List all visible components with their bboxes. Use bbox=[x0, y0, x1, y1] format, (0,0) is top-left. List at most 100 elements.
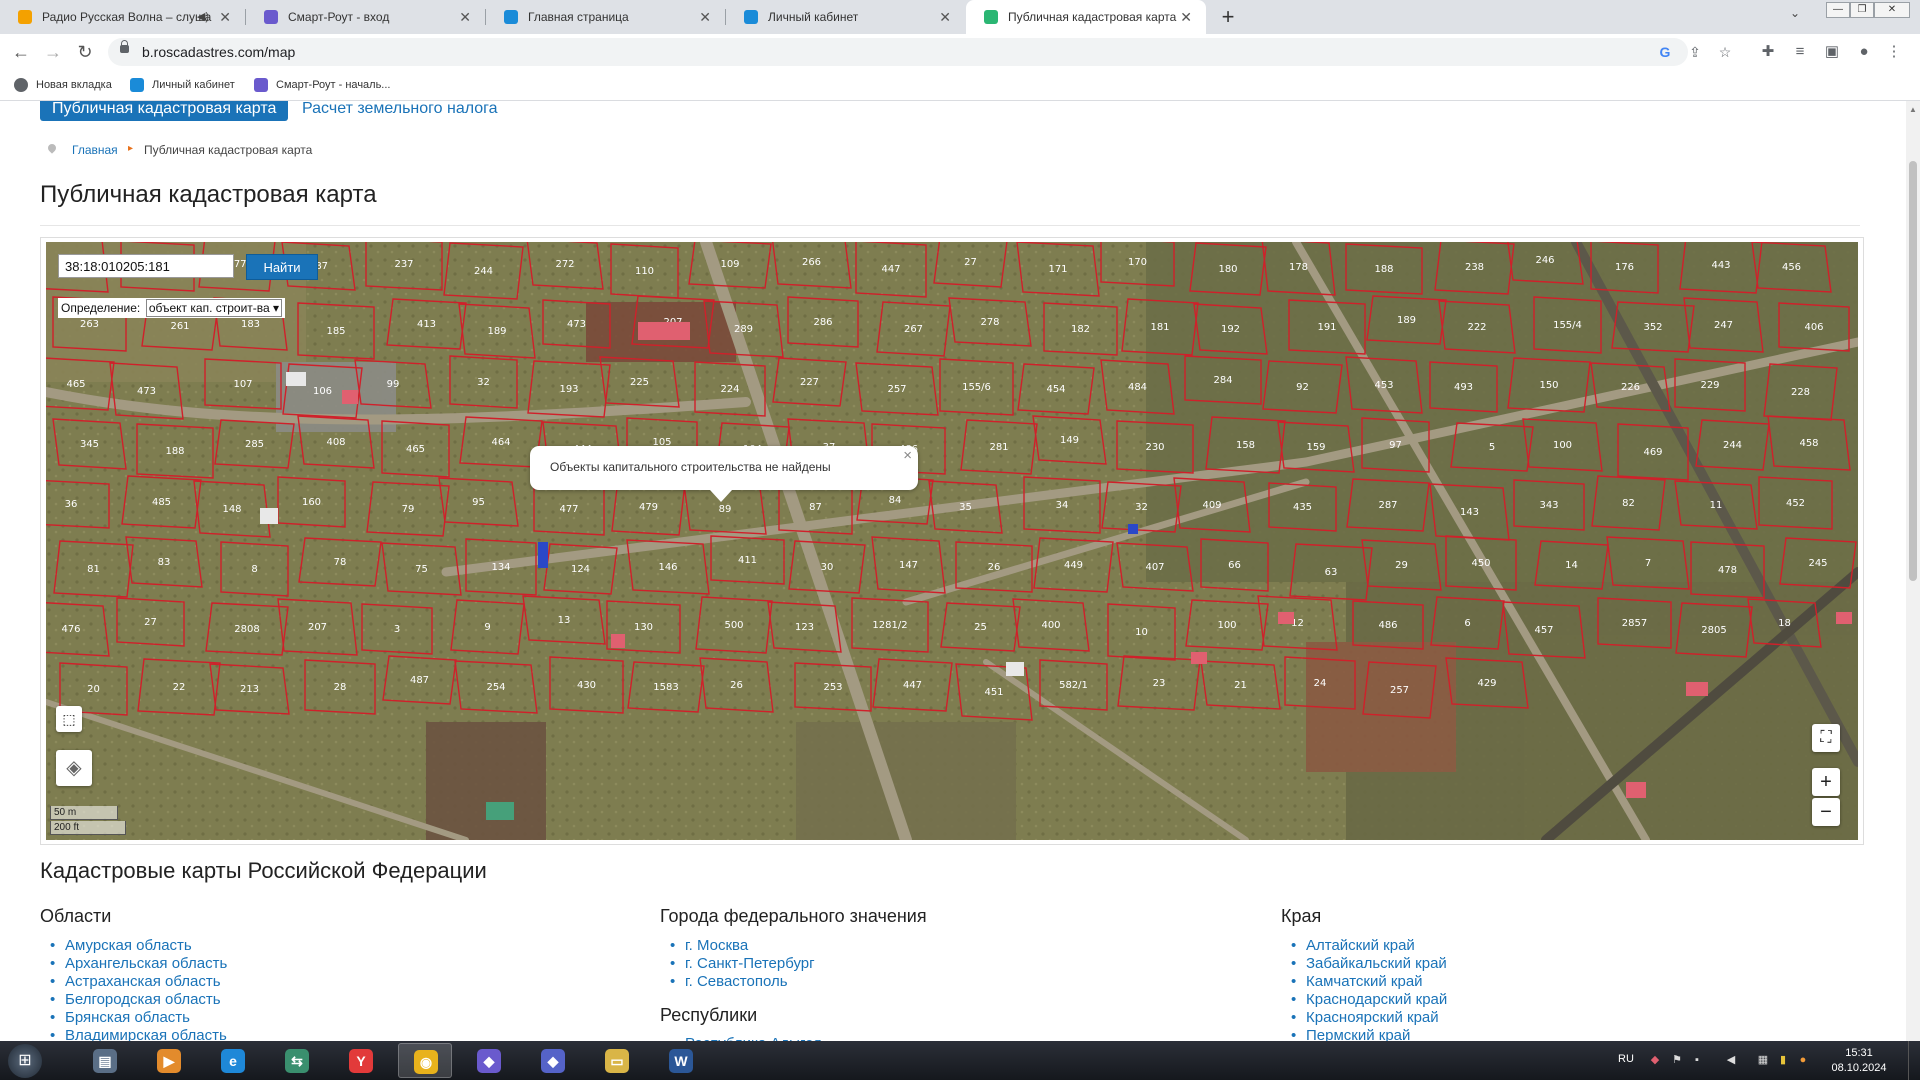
plot-number-label: 82 bbox=[1622, 498, 1635, 509]
tab-smartroute[interactable]: Смарт-Роут - вход ✕ bbox=[246, 0, 485, 34]
zoom-in-button[interactable]: + bbox=[1812, 768, 1840, 796]
smartroute-tray-icon[interactable]: ◆ bbox=[1648, 1053, 1662, 1067]
new-tab-button[interactable]: + bbox=[1214, 3, 1242, 31]
map-frame: 2816917718723724427211010926644727171170… bbox=[40, 237, 1864, 845]
menu-kebab-icon[interactable]: ⋮ bbox=[1884, 42, 1904, 62]
plot-number-label: 225 bbox=[630, 377, 649, 388]
plot-number-label: 257 bbox=[887, 384, 906, 395]
reload-icon[interactable]: ↻ bbox=[73, 40, 97, 64]
plot-number-label: 34 bbox=[1056, 500, 1069, 511]
media-player-taskbar-button[interactable]: ▶ bbox=[142, 1043, 196, 1078]
explorer-folder-taskbar-button[interactable]: ▭ bbox=[590, 1043, 644, 1078]
plot-number-label: 267 bbox=[904, 324, 923, 335]
scroll-up-icon[interactable]: ▲ bbox=[1909, 105, 1917, 114]
find-button[interactable]: Найти bbox=[246, 254, 318, 280]
plot-number-label: 2857 bbox=[1622, 618, 1647, 629]
minimize-button[interactable]: — bbox=[1826, 2, 1850, 18]
profile-avatar-icon[interactable]: ● bbox=[1854, 42, 1874, 62]
share-icon[interactable]: ⇪ bbox=[1686, 43, 1704, 61]
scanner-icon: ▤ bbox=[93, 1049, 117, 1073]
tab-cadastral-map[interactable]: Публичная кадастровая карта ✕ bbox=[966, 0, 1206, 34]
krai-link[interactable]: Красноярский край bbox=[1281, 1009, 1447, 1027]
side-panel-icon[interactable]: ▣ bbox=[1822, 42, 1842, 62]
oblast-link[interactable]: Амурская область bbox=[40, 937, 227, 955]
start-button-icon[interactable]: ⊞ bbox=[8, 1044, 42, 1078]
close-tab-icon[interactable]: ✕ bbox=[939, 0, 951, 34]
forward-arrow-icon[interactable]: → bbox=[41, 40, 65, 64]
krai-link[interactable]: Алтайский край bbox=[1281, 937, 1447, 955]
close-tab-icon[interactable]: ✕ bbox=[699, 0, 711, 34]
close-window-button[interactable]: ✕ bbox=[1874, 2, 1910, 18]
tab-main-page[interactable]: Главная страница ✕ bbox=[486, 0, 725, 34]
krai-link[interactable]: Камчатский край bbox=[1281, 973, 1447, 991]
address-bar[interactable]: b.roscadastres.com/map G ⇪ ☆ bbox=[108, 38, 1731, 66]
word-taskbar-button[interactable]: W bbox=[654, 1043, 708, 1078]
cadastral-number-input[interactable] bbox=[58, 254, 234, 278]
url-text[interactable]: b.roscadastres.com/map bbox=[142, 38, 295, 66]
krai-link[interactable]: Пермский край bbox=[1281, 1027, 1447, 1041]
network-tray-icon[interactable]: ▦ bbox=[1756, 1053, 1770, 1067]
nav-land-tax[interactable]: Расчет земельного налога bbox=[302, 101, 498, 121]
oblast-link[interactable]: Белгородская область bbox=[40, 991, 227, 1009]
bookmark-star-icon[interactable]: ☆ bbox=[1716, 43, 1734, 61]
yandex-taskbar-button[interactable]: Y bbox=[334, 1043, 388, 1078]
zoom-out-button[interactable]: − bbox=[1812, 798, 1840, 826]
google-lens-icon[interactable]: G bbox=[1656, 43, 1674, 61]
oblast-link[interactable]: Владимирская область bbox=[40, 1027, 227, 1041]
show-desktop-button[interactable] bbox=[1908, 1041, 1920, 1080]
close-tab-icon[interactable]: ✕ bbox=[219, 0, 231, 34]
rectangle-select-icon[interactable]: ⬚ bbox=[56, 706, 82, 732]
reading-list-icon[interactable]: ≡ bbox=[1790, 42, 1810, 62]
battery-tray-icon[interactable]: ▮ bbox=[1776, 1053, 1790, 1067]
smartroute-taskbar-button[interactable]: ◆ bbox=[462, 1043, 516, 1078]
breadcrumb-home-link[interactable]: Главная bbox=[72, 143, 118, 157]
back-arrow-icon[interactable]: ← bbox=[9, 40, 33, 64]
definition-label: Определение: bbox=[61, 301, 141, 315]
media-player-icon: ▶ bbox=[157, 1049, 181, 1073]
page-scrollbar[interactable]: ▲ bbox=[1906, 101, 1920, 1041]
layers-icon[interactable]: ◈ bbox=[56, 750, 92, 786]
tab-title: Личный кабинет bbox=[768, 10, 859, 24]
federal-city-link[interactable]: г. Москва bbox=[660, 937, 815, 955]
close-tab-icon[interactable]: ✕ bbox=[459, 0, 471, 34]
security-tray-icon[interactable]: ● bbox=[1796, 1053, 1810, 1067]
federal-city-link[interactable]: г. Санкт-Петербург bbox=[660, 955, 815, 973]
lock-icon[interactable] bbox=[120, 40, 129, 53]
system-clock[interactable]: 15:31 08.10.2024 bbox=[1822, 1046, 1896, 1076]
internet-explorer-taskbar-button[interactable]: e bbox=[206, 1043, 260, 1078]
oblast-link[interactable]: Брянская область bbox=[40, 1009, 227, 1027]
bookmark-new-tab[interactable]: Новая вкладка bbox=[14, 70, 112, 100]
cadastral-map[interactable]: 2816917718723724427211010926644727171170… bbox=[46, 242, 1858, 840]
bookmark-personal-cabinet[interactable]: Личный кабинет bbox=[130, 70, 235, 100]
fullscreen-icon[interactable]: ⛶ bbox=[1812, 724, 1840, 752]
language-indicator[interactable]: RU bbox=[1618, 1053, 1634, 1065]
scroll-thumb[interactable] bbox=[1909, 161, 1917, 581]
tab-radio[interactable]: Радио Русская Волна – слуша ◀) ✕ bbox=[0, 0, 245, 34]
scanner-taskbar-button[interactable]: ▤ bbox=[78, 1043, 132, 1078]
explorer-folder-icon: ▭ bbox=[605, 1049, 629, 1073]
action-center-tray-icon[interactable]: ▪ bbox=[1690, 1053, 1704, 1067]
bookmark-smartroute[interactable]: Смарт-Роут - началь... bbox=[254, 70, 390, 100]
tab-personal-cabinet[interactable]: Личный кабинет ✕ bbox=[726, 0, 965, 34]
speaker-icon[interactable]: ◀) bbox=[197, 0, 209, 34]
chrome-taskbar-button[interactable]: ◉ bbox=[398, 1043, 452, 1078]
restore-button[interactable]: ❐ bbox=[1850, 2, 1874, 18]
extensions-icon[interactable]: ✚ bbox=[1758, 42, 1778, 62]
close-tab-icon[interactable]: ✕ bbox=[1180, 0, 1192, 34]
federal-city-link[interactable]: г. Севастополь bbox=[660, 973, 815, 991]
nav-cadastral-map[interactable]: Публичная кадастровая карта bbox=[40, 101, 289, 121]
smartroute-2-taskbar-button[interactable]: ◆ bbox=[526, 1043, 580, 1078]
oblast-link[interactable]: Астраханская область bbox=[40, 973, 227, 991]
speaker-tray-icon[interactable]: ◀ bbox=[1724, 1053, 1738, 1067]
network-taskbar-button[interactable]: ⇆ bbox=[270, 1043, 324, 1078]
krai-link[interactable]: Забайкальский край bbox=[1281, 955, 1447, 973]
plot-number-label: 493 bbox=[1454, 382, 1473, 393]
tab-search-chevron-icon[interactable]: ⌄ bbox=[1790, 6, 1800, 20]
satellite-imagery[interactable]: 2816917718723724427211010926644727171170… bbox=[46, 242, 1858, 840]
definition-select[interactable]: объект кап. строит-ва ▾ bbox=[145, 299, 283, 317]
krai-link[interactable]: Краснодарский край bbox=[1281, 991, 1447, 1009]
plot-number-label: 479 bbox=[639, 502, 658, 513]
oblast-link[interactable]: Архангельская область bbox=[40, 955, 227, 973]
flag-tray-icon[interactable]: ⚑ bbox=[1670, 1053, 1684, 1067]
popup-close-icon[interactable]: × bbox=[903, 447, 912, 464]
